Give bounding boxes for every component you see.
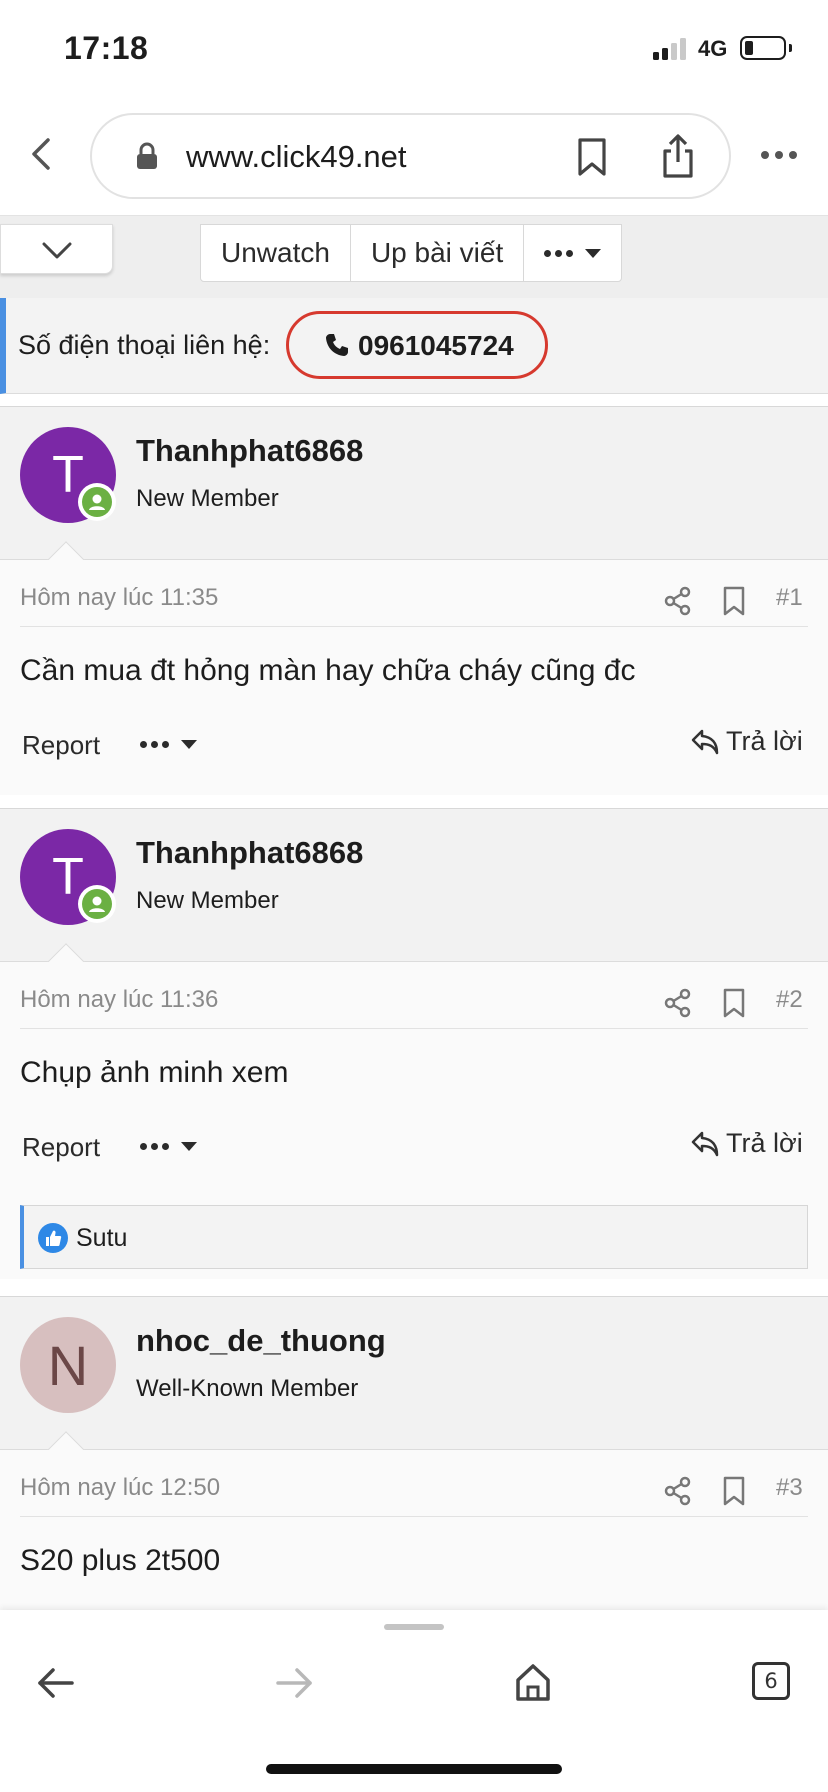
clock: 17:18 xyxy=(64,30,149,66)
post-content: Cần mua đt hỏng màn hay chữa cháy cũng đ… xyxy=(20,654,636,687)
share-icon[interactable] xyxy=(664,586,692,616)
post-body: Hôm nay lúc 11:36 #2 Chụp ảnh minh xem R… xyxy=(0,962,828,1279)
caret-down-icon xyxy=(181,1142,197,1151)
browser-back-button[interactable] xyxy=(24,134,60,174)
post-number[interactable]: #1 xyxy=(776,584,803,612)
collapse-button[interactable] xyxy=(0,224,113,274)
online-status-icon xyxy=(78,483,116,521)
post-number[interactable]: #3 xyxy=(776,1474,803,1502)
thread-toolbar: Unwatch Up bài viết xyxy=(0,216,828,298)
online-status-icon xyxy=(78,885,116,923)
reply-icon xyxy=(691,729,719,754)
chevron-down-icon xyxy=(42,242,72,259)
post-timestamp[interactable]: Hôm nay lúc 11:35 xyxy=(20,584,218,612)
more-options-icon[interactable] xyxy=(759,148,799,162)
thread-more-button[interactable] xyxy=(524,225,621,281)
arrow-right-icon[interactable] xyxy=(274,1666,314,1700)
drag-handle[interactable] xyxy=(384,1624,444,1630)
bookmark-icon[interactable] xyxy=(722,586,746,616)
post-body: Hôm nay lúc 12:50 #3 S20 plus 2t500 xyxy=(0,1450,828,1610)
post-more-button[interactable] xyxy=(140,1142,197,1151)
post-body: Hôm nay lúc 11:35 #1 Cần mua đt hỏng màn… xyxy=(0,560,828,795)
post-content: Chụp ảnh minh xem xyxy=(20,1056,289,1089)
post-number[interactable]: #2 xyxy=(776,986,803,1014)
more-dots-icon xyxy=(140,741,169,748)
post-upload-button[interactable]: Up bài viết xyxy=(351,225,525,281)
contact-label: Số điện thoại liên hệ: xyxy=(18,330,271,360)
thumbs-up-icon xyxy=(38,1223,68,1253)
arrow-left-icon[interactable] xyxy=(36,1666,76,1700)
report-link[interactable]: Report xyxy=(22,1132,100,1163)
post-timestamp[interactable]: Hôm nay lúc 11:36 xyxy=(20,986,218,1014)
thread-actions: Unwatch Up bài viết xyxy=(200,224,623,282)
reply-label: Trả lời xyxy=(726,726,803,756)
battery-icon xyxy=(740,36,786,60)
reply-button[interactable]: Trả lời xyxy=(690,726,803,757)
caret-down-icon xyxy=(181,740,197,749)
caret-down-icon xyxy=(585,248,602,258)
divider xyxy=(20,1516,808,1517)
address-bar[interactable]: www.click49.net xyxy=(90,113,731,199)
phone-icon xyxy=(326,334,348,356)
bookmark-icon[interactable] xyxy=(576,137,608,177)
post-3: N nhoc_de_thuong Well-Known Member Hôm n… xyxy=(0,1296,828,1610)
unwatch-button[interactable]: Unwatch xyxy=(201,225,351,281)
avatar[interactable]: N xyxy=(20,1317,116,1413)
username-link[interactable]: nhoc_de_thuong xyxy=(136,1323,386,1359)
reply-label: Trả lời xyxy=(726,1128,803,1158)
username-link[interactable]: Thanhphat6868 xyxy=(136,433,363,469)
post-2: T Thanhphat6868 New Member Hôm nay lúc 1… xyxy=(0,808,828,1279)
post-timestamp[interactable]: Hôm nay lúc 12:50 xyxy=(20,1474,220,1502)
share-icon[interactable] xyxy=(664,988,692,1018)
report-link[interactable]: Report xyxy=(22,730,100,761)
user-title: New Member xyxy=(136,887,279,914)
post-1: T Thanhphat6868 New Member Hôm nay lúc 1… xyxy=(0,406,828,795)
status-bar: 17:18 4G xyxy=(0,0,828,100)
post-author: T Thanhphat6868 New Member xyxy=(0,407,828,560)
reply-icon xyxy=(691,1131,719,1156)
user-title: New Member xyxy=(136,485,279,512)
home-icon[interactable] xyxy=(514,1662,552,1702)
username-link[interactable]: Thanhphat6868 xyxy=(136,835,363,871)
divider xyxy=(20,626,808,627)
lock-icon xyxy=(137,142,157,169)
post-more-button[interactable] xyxy=(140,740,197,749)
more-dots-icon xyxy=(544,249,574,257)
network-type: 4G xyxy=(698,36,728,61)
url-text: www.click49.net xyxy=(186,139,407,174)
contact-banner: Số điện thoại liên hệ: 0961045724 xyxy=(0,298,828,394)
battery-tip xyxy=(789,44,792,52)
home-indicator xyxy=(266,1764,562,1774)
bookmark-icon[interactable] xyxy=(722,1476,746,1506)
reactions-bar[interactable]: Sutu xyxy=(20,1205,808,1269)
signal-icon xyxy=(653,38,689,60)
share-icon[interactable] xyxy=(664,1476,692,1506)
user-title: Well-Known Member xyxy=(136,1375,359,1402)
share-icon[interactable] xyxy=(660,133,696,179)
phone-number-link[interactable]: 0961045724 xyxy=(358,330,514,362)
more-dots-icon xyxy=(140,1143,169,1150)
reaction-user-link[interactable]: Sutu xyxy=(76,1224,127,1253)
post-author: T Thanhphat6868 New Member xyxy=(0,809,828,962)
reply-button[interactable]: Trả lời xyxy=(690,1128,803,1159)
post-author: N nhoc_de_thuong Well-Known Member xyxy=(0,1297,828,1450)
bookmark-icon[interactable] xyxy=(722,988,746,1018)
post-content: S20 plus 2t500 xyxy=(20,1544,221,1577)
chevron-left-icon xyxy=(32,138,50,170)
divider xyxy=(20,1028,808,1029)
browser-toolbar: www.click49.net xyxy=(0,100,828,216)
tabs-button[interactable]: 6 xyxy=(752,1662,790,1700)
